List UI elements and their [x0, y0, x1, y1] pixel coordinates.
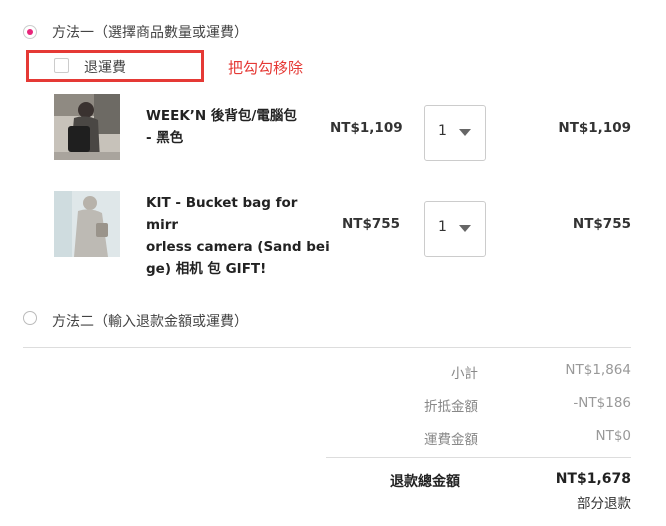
product-name-line: - 黑色 — [146, 130, 184, 146]
unit-price: NT$755 — [342, 216, 401, 232]
product-name-line: orless camera (Sand bei — [146, 239, 330, 255]
product-thumbnail — [54, 94, 120, 160]
total-label: 退款總金額 — [390, 474, 460, 490]
chevron-down-icon — [459, 225, 471, 232]
product-thumbnail — [54, 191, 120, 257]
product-name-line: KIT - Bucket bag for mirr — [146, 195, 298, 233]
method1-radio[interactable] — [23, 25, 37, 39]
quantity-value: 1 — [438, 219, 447, 235]
product-name: WEEK’N 後背包/電腦包 - 黑色 — [146, 105, 332, 149]
product-name-line: ge) 相机 包 GIFT! — [146, 261, 267, 277]
item-subtotal: NT$1,109 — [558, 120, 631, 136]
annotation-text: 把勾勾移除 — [228, 59, 304, 77]
partial-refund-note: 部分退款 — [577, 496, 631, 512]
method2-radio[interactable] — [23, 311, 37, 325]
discount-value: -NT$186 — [573, 395, 631, 411]
item-subtotal: NT$755 — [572, 216, 631, 232]
product-name: KIT - Bucket bag for mirr orless camera … — [146, 192, 332, 280]
summary-divider — [326, 457, 631, 458]
unit-price: NT$1,109 — [330, 120, 403, 136]
discount-label: 折抵金額 — [424, 399, 478, 415]
chevron-down-icon — [459, 129, 471, 136]
method1-label: 方法一（選擇商品數量或運費） — [52, 25, 248, 41]
total-value: NT$1,678 — [555, 471, 631, 487]
return-shipping-label: 退運費 — [84, 60, 126, 76]
section-divider — [23, 347, 631, 348]
quantity-select[interactable]: 1 — [424, 201, 486, 257]
subtotal-value: NT$1,864 — [565, 362, 631, 378]
product-name-line: WEEK’N 後背包/電腦包 — [146, 108, 297, 124]
subtotal-label: 小計 — [451, 366, 478, 382]
shipping-value: NT$0 — [595, 428, 631, 444]
quantity-select[interactable]: 1 — [424, 105, 486, 161]
return-shipping-checkbox[interactable] — [54, 58, 69, 73]
shipping-label: 運費金額 — [424, 432, 478, 448]
method2-label: 方法二（輸入退款金額或運費） — [52, 314, 248, 330]
quantity-value: 1 — [438, 123, 447, 139]
